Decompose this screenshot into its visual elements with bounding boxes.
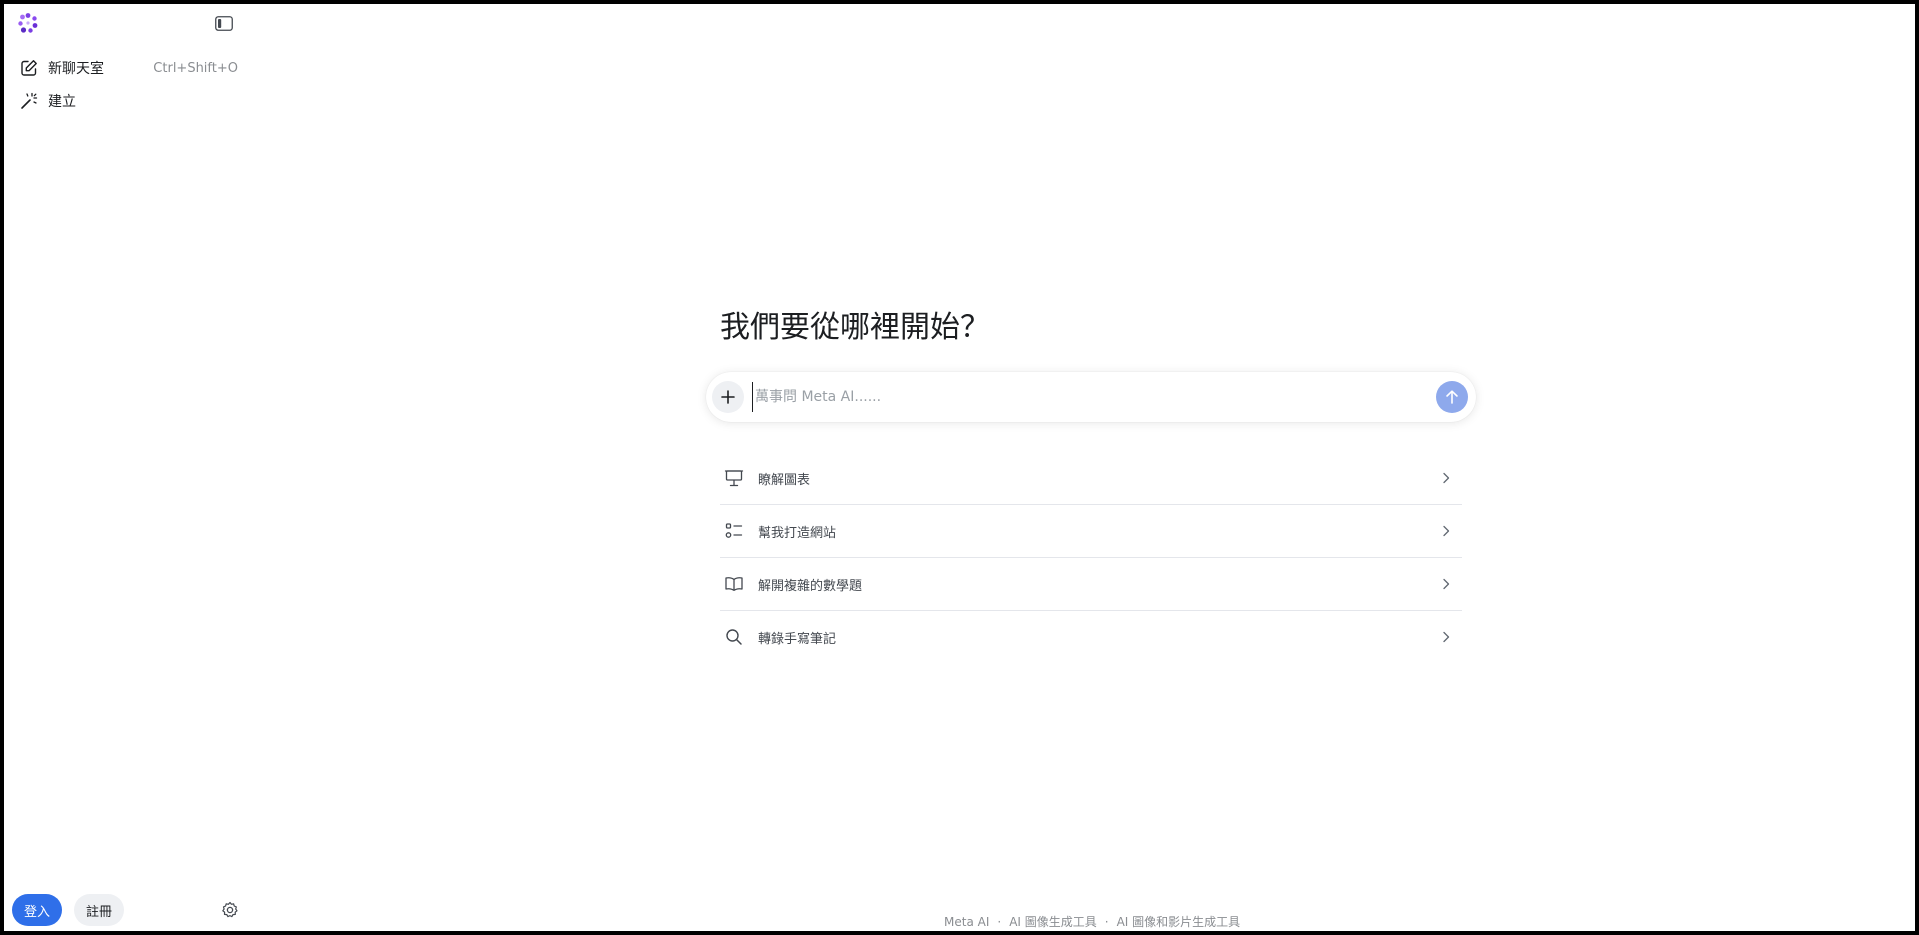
sidebar-footer: 登入 註冊	[12, 894, 240, 926]
meta-ai-logo-icon[interactable]	[16, 11, 40, 35]
sidebar: 新聊天室 Ctrl+Shift+O 建立 登入 註冊	[4, 4, 244, 931]
magic-wand-icon	[18, 90, 40, 112]
footer-separator: ·	[1104, 914, 1109, 929]
presentation-icon	[722, 466, 746, 490]
footer-link-meta-ai[interactable]: Meta AI	[944, 915, 989, 929]
gear-icon[interactable]	[220, 900, 240, 920]
plus-icon[interactable]	[712, 381, 744, 413]
suggestion-list: 瞭解圖表 幫我打造網站 解開複雜的數學題 轉錄手寫筆記	[720, 452, 1462, 663]
suggestion-item[interactable]: 幫我打造網站	[720, 505, 1462, 558]
suggestion-item[interactable]: 解開複雜的數學題	[720, 558, 1462, 611]
footer-link-image-video-generator[interactable]: AI 圖像和影片生成工具	[1117, 913, 1241, 930]
sidebar-item-new-chat[interactable]: 新聊天室 Ctrl+Shift+O	[14, 53, 242, 83]
footer-separator: ·	[997, 914, 1002, 929]
sidebar-toggle-icon[interactable]	[212, 13, 236, 33]
suggestion-label: 幫我打造網站	[758, 525, 837, 541]
chat-composer	[706, 372, 1476, 422]
chevron-right-icon	[1436, 521, 1456, 541]
chevron-right-icon	[1436, 574, 1456, 594]
chevron-right-icon	[1436, 627, 1456, 647]
arrow-up-icon[interactable]	[1436, 381, 1468, 413]
suggestion-label: 轉錄手寫筆記	[758, 631, 837, 647]
signup-button[interactable]: 註冊	[74, 894, 125, 926]
suggestion-label: 解開複雜的數學題	[758, 578, 863, 594]
footer-links: Meta AI · AI 圖像生成工具 · AI 圖像和影片生成工具	[944, 913, 1240, 930]
app-window: 新聊天室 Ctrl+Shift+O 建立 登入 註冊 我們要從哪裡開始？ 萬事問…	[4, 4, 1915, 931]
page-title: 我們要從哪裡開始？	[720, 310, 990, 345]
chevron-right-icon	[1436, 468, 1456, 488]
edit-icon	[18, 57, 40, 79]
suggestion-label: 瞭解圖表	[758, 472, 811, 488]
sidebar-item-label: 新聊天室	[48, 61, 104, 77]
search-icon	[722, 625, 746, 649]
suggestion-item[interactable]: 轉錄手寫筆記	[720, 611, 1462, 663]
suggestion-item[interactable]: 瞭解圖表	[720, 452, 1462, 505]
keyboard-shortcut: Ctrl+Shift+O	[153, 60, 238, 76]
footer-link-image-generator[interactable]: AI 圖像生成工具	[1009, 913, 1097, 930]
sidebar-item-create[interactable]: 建立	[14, 86, 242, 116]
login-button[interactable]: 登入	[12, 894, 63, 926]
chat-input[interactable]	[752, 382, 1415, 412]
sidebar-item-label: 建立	[48, 94, 76, 110]
book-icon	[722, 572, 746, 596]
checklist-icon	[722, 519, 746, 543]
